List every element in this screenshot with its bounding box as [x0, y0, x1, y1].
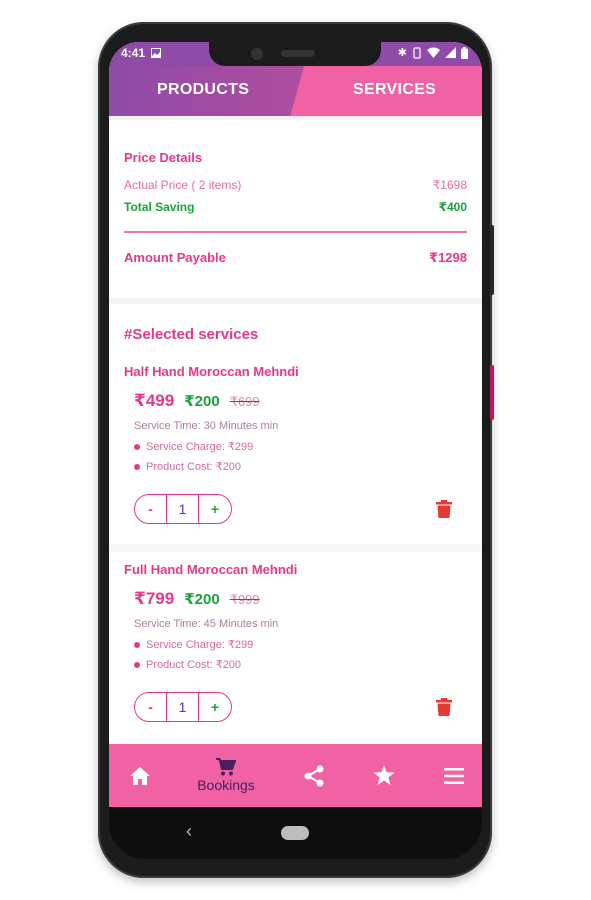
service-charge: Service Charge: ₹299: [134, 638, 253, 651]
actual-price-label: Actual Price ( 2 items): [124, 178, 242, 192]
amount-payable-row: Amount Payable ₹1298: [124, 250, 467, 266]
status-bar: 4:41 ✱: [109, 42, 482, 66]
battery-icon: [461, 46, 468, 59]
back-icon[interactable]: ‹: [186, 821, 192, 842]
amount-payable-label: Amount Payable: [124, 250, 226, 265]
product-cost-text: Product Cost: ₹200: [146, 659, 242, 671]
bullet-dot-icon: [134, 463, 140, 470]
divider: [124, 231, 467, 233]
service-name: Half Hand Moroccan Mehndi: [124, 364, 299, 379]
system-navigation-bar: ‹: [109, 807, 482, 859]
bullet-dot-icon: [134, 443, 140, 450]
nav-share[interactable]: [299, 744, 329, 807]
tab-products-label[interactable]: PRODUCTS: [157, 81, 249, 99]
tab-bar: PRODUCTS SERVICES: [109, 66, 482, 116]
amount-payable-value: ₹1298: [429, 250, 467, 265]
bluetooth-icon: ✱: [397, 47, 407, 59]
total-saving-label: Total Saving: [124, 200, 195, 214]
service-price: ₹499: [134, 391, 175, 410]
service-charge-text: Service Charge: ₹299: [146, 441, 254, 453]
service-old-price: ₹699: [229, 394, 260, 409]
service-time: Service Time: 30 Minutes min: [134, 420, 279, 432]
power-button: [490, 365, 494, 420]
price-details-card: Price Details Actual Price ( 2 items) ₹1…: [109, 120, 482, 298]
home-pill-icon[interactable]: [281, 826, 309, 840]
price-details-title: Price Details: [124, 150, 203, 165]
actual-price-value: ₹1698: [432, 178, 467, 192]
nav-home[interactable]: [125, 744, 155, 807]
volume-button: [490, 225, 494, 295]
nav-bookings[interactable]: Bookings: [189, 744, 263, 807]
service-price: ₹799: [134, 589, 175, 608]
home-icon: [130, 766, 150, 785]
quantity-value: 1: [167, 495, 199, 523]
tab-services-label[interactable]: SERVICES: [353, 81, 436, 99]
share-icon: [304, 765, 324, 786]
wifi-icon: [427, 47, 440, 58]
service-time: Service Time: 45 Minutes min: [134, 618, 279, 630]
bottom-navigation: Bookings: [109, 744, 482, 807]
nav-menu[interactable]: [439, 744, 469, 807]
service-charge-text: Service Charge: ₹299: [146, 639, 254, 651]
service-sale-price: ₹200: [184, 591, 220, 608]
total-saving-value: ₹400: [438, 200, 467, 214]
selected-services-heading: #Selected services: [124, 326, 259, 343]
star-icon: [373, 765, 395, 785]
service-charge: Service Charge: ₹299: [134, 440, 253, 453]
decrease-quantity-button[interactable]: -: [135, 495, 167, 523]
item-separator: [109, 544, 482, 552]
app-screen: 4:41 ✱ PRODUCTS SERVICES Price Details A…: [109, 42, 482, 807]
service-sale-price: ₹200: [184, 393, 220, 410]
product-cost: Product Cost: ₹200: [134, 460, 241, 473]
service-prices: ₹799 ₹200 ₹999: [134, 589, 260, 609]
cart-icon: [216, 758, 236, 776]
increase-quantity-button[interactable]: +: [199, 693, 231, 721]
actual-price-row: Actual Price ( 2 items) ₹1698: [124, 178, 467, 192]
nav-bookings-label: Bookings: [197, 777, 255, 793]
image-notification-icon: [151, 48, 162, 58]
service-prices: ₹499 ₹200 ₹699: [134, 391, 260, 411]
menu-icon: [444, 767, 464, 784]
quantity-stepper: - 1 +: [134, 494, 232, 524]
decrease-quantity-button[interactable]: -: [135, 693, 167, 721]
service-name: Full Hand Moroccan Mehndi: [124, 562, 298, 577]
vibrate-icon: [413, 46, 421, 59]
bullet-dot-icon: [134, 641, 140, 648]
bullet-dot-icon: [134, 661, 140, 668]
signal-icon: [445, 47, 456, 58]
status-time: 4:41: [121, 46, 146, 60]
service-old-price: ₹999: [229, 592, 260, 607]
nav-favorites[interactable]: [369, 744, 399, 807]
delete-trash-icon[interactable]: [436, 500, 452, 518]
increase-quantity-button[interactable]: +: [199, 495, 231, 523]
quantity-value: 1: [167, 693, 199, 721]
quantity-stepper: - 1 +: [134, 692, 232, 722]
selected-services-card: #Selected services Half Hand Moroccan Me…: [109, 304, 482, 744]
total-saving-row: Total Saving ₹400: [124, 200, 467, 214]
delete-trash-icon[interactable]: [436, 698, 452, 716]
product-cost-text: Product Cost: ₹200: [146, 461, 242, 473]
product-cost: Product Cost: ₹200: [134, 658, 241, 671]
camera-notch: [209, 42, 381, 66]
